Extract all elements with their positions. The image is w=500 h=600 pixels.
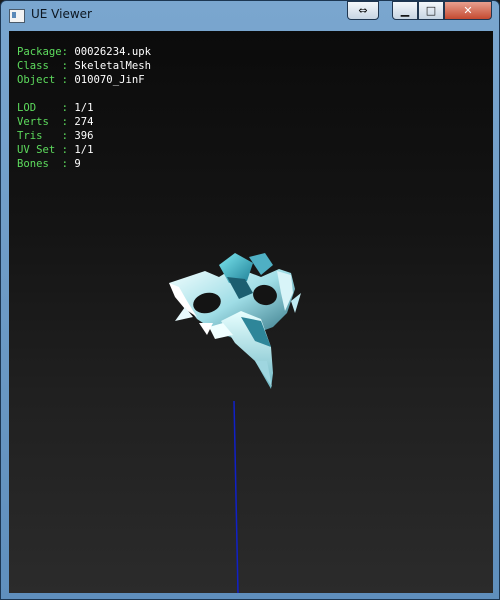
switch-button[interactable]: ⇔ xyxy=(347,1,379,20)
title-bar[interactable]: UE Viewer ⇔ ▁ □ ✕ xyxy=(1,1,499,31)
maximize-icon: □ xyxy=(425,4,437,17)
bone-axis-line xyxy=(233,400,239,593)
skeletal-mesh-render xyxy=(169,253,301,593)
switch-icon: ⇔ xyxy=(358,4,368,17)
app-window: UE Viewer ⇔ ▁ □ ✕ Package: 00026234.upk … xyxy=(0,0,500,600)
close-button[interactable]: ✕ xyxy=(444,1,492,20)
minimize-icon: ▁ xyxy=(400,4,410,17)
app-icon xyxy=(9,9,25,23)
minimize-button[interactable]: ▁ xyxy=(392,1,418,20)
close-icon: ✕ xyxy=(463,4,473,17)
window-title: UE Viewer xyxy=(31,7,92,21)
mask-mesh xyxy=(169,253,301,389)
maximize-button[interactable]: □ xyxy=(418,1,444,20)
3d-viewport[interactable]: Package: 00026234.upk Class : SkeletalMe… xyxy=(9,31,493,593)
